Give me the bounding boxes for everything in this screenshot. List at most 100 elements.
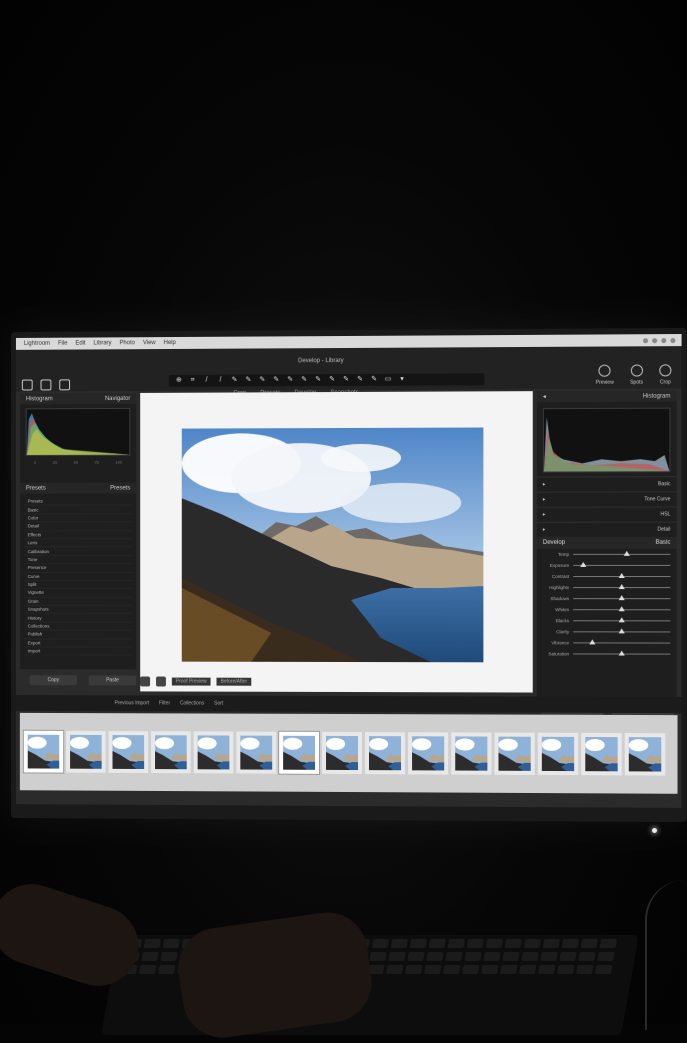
slider-whites[interactable]: Whites xyxy=(537,604,677,615)
list-item[interactable]: Color xyxy=(24,514,132,522)
proof-preview-toggle[interactable]: Proof Preview xyxy=(172,678,211,686)
slider-knob[interactable] xyxy=(619,573,625,578)
slider-contrast[interactable]: Contrast xyxy=(537,571,677,582)
slider-knob[interactable] xyxy=(619,584,625,589)
develop-mode[interactable]: Basic xyxy=(656,540,671,546)
slider-track[interactable] xyxy=(573,620,670,621)
list-item[interactable]: Vignette xyxy=(24,589,132,597)
filmstrip-thumbnail[interactable] xyxy=(581,733,621,775)
slider-knob[interactable] xyxy=(619,628,625,633)
slider-track[interactable] xyxy=(573,554,670,555)
list-item[interactable]: Calibration xyxy=(24,547,132,555)
slider-exposure[interactable]: Exposure xyxy=(537,560,677,571)
pen-icon[interactable]: ✎ xyxy=(258,376,266,384)
pen-icon[interactable]: ✎ xyxy=(314,376,322,384)
menu-item[interactable]: View xyxy=(143,340,156,346)
menu-item[interactable]: Library xyxy=(93,340,111,346)
crop-tool-icon[interactable]: ⌗ xyxy=(189,377,197,385)
filmstrip-filter[interactable]: Filter xyxy=(159,700,170,706)
list-item[interactable]: Tone xyxy=(24,556,132,564)
pen-icon[interactable]: ✎ xyxy=(230,377,238,385)
menu-item[interactable]: Photo xyxy=(119,340,135,346)
list-item[interactable]: History xyxy=(24,614,132,622)
pen-icon[interactable]: ✎ xyxy=(244,376,252,384)
crop-button[interactable]: Crop xyxy=(659,364,671,385)
list-item[interactable]: Presence xyxy=(24,564,132,572)
pen-icon[interactable]: ✎ xyxy=(300,376,308,384)
detail-section[interactable]: ▸ Detail xyxy=(537,522,677,537)
pen-icon[interactable]: ✎ xyxy=(342,376,350,384)
slider-track[interactable] xyxy=(573,565,670,566)
pen-icon[interactable]: ✎ xyxy=(286,376,294,384)
slider-track[interactable] xyxy=(573,642,670,643)
undo-icon[interactable] xyxy=(22,380,33,391)
image-canvas[interactable] xyxy=(140,391,533,692)
slider-knob[interactable] xyxy=(590,639,596,644)
menu-item[interactable]: Lightroom xyxy=(24,341,50,347)
filmstrip-thumbnail[interactable] xyxy=(194,731,234,773)
basic-section[interactable]: ▸ Basic xyxy=(537,476,677,491)
menu-item[interactable]: Edit xyxy=(75,341,85,347)
filmstrip-thumbnail[interactable] xyxy=(494,733,534,775)
zoom-icon[interactable]: ⊕ xyxy=(175,377,183,385)
navigator-mode[interactable]: Navigator xyxy=(105,395,130,401)
filmstrip-source[interactable]: Previous Import xyxy=(114,700,149,706)
brush-icon[interactable]: / xyxy=(203,377,211,385)
slider-track[interactable] xyxy=(573,631,670,632)
slider-temp[interactable]: Temp xyxy=(537,549,677,560)
slider-track[interactable] xyxy=(573,576,670,577)
slider-track[interactable] xyxy=(573,653,670,654)
before-after-toggle[interactable]: Before/After xyxy=(217,678,251,686)
list-item[interactable]: Import xyxy=(24,647,132,656)
pen-icon[interactable]: ✎ xyxy=(272,376,280,384)
slider-knob[interactable] xyxy=(619,595,625,600)
list-item[interactable]: Effects xyxy=(24,531,132,539)
list-item[interactable]: Lens xyxy=(24,539,132,547)
list-item[interactable]: Curve xyxy=(24,573,132,581)
filmstrip-thumbnail[interactable] xyxy=(279,732,319,774)
brush-icon[interactable]: / xyxy=(216,377,224,385)
list-item[interactable]: Split xyxy=(24,581,132,589)
redo-icon[interactable] xyxy=(41,379,52,390)
list-item[interactable]: Snapshots xyxy=(24,606,132,614)
slider-knob[interactable] xyxy=(619,606,625,611)
filmstrip-thumbnail[interactable] xyxy=(151,731,191,773)
dropdown-icon[interactable]: ▾ xyxy=(398,376,406,384)
loupe-view-icon[interactable] xyxy=(140,676,150,686)
filmstrip-thumbnail[interactable] xyxy=(408,732,448,774)
slider-saturation[interactable]: Saturation xyxy=(537,648,677,659)
square-icon[interactable]: ▭ xyxy=(384,376,392,384)
slider-knob[interactable] xyxy=(624,551,630,556)
pen-icon[interactable]: ✎ xyxy=(356,376,364,384)
list-item[interactable]: Basic xyxy=(24,506,132,515)
list-item[interactable]: Grain xyxy=(24,598,132,606)
slider-track[interactable] xyxy=(573,587,670,588)
slider-blacks[interactable]: Blacks xyxy=(537,615,677,626)
filmstrip-thumbnail[interactable] xyxy=(538,733,578,775)
slider-highlights[interactable]: Highlights xyxy=(537,582,677,593)
filmstrip-thumbnail[interactable] xyxy=(66,731,105,773)
paste-button[interactable]: Paste xyxy=(89,675,136,685)
filmstrip-thumbnail[interactable] xyxy=(109,731,149,773)
filmstrip-thumbnail[interactable] xyxy=(625,733,666,775)
filmstrip-thumbnail[interactable] xyxy=(365,732,405,774)
list-item[interactable]: Presets xyxy=(24,497,132,506)
filmstrip-thumbnail[interactable] xyxy=(322,732,362,774)
pen-icon[interactable]: ✎ xyxy=(370,376,378,384)
preview-button[interactable]: Preview xyxy=(596,365,614,386)
filmstrip-collections[interactable]: Collections xyxy=(180,700,204,706)
list-item[interactable]: Publish xyxy=(24,631,132,639)
slider-shadows[interactable]: Shadows xyxy=(537,593,677,604)
slider-track[interactable] xyxy=(573,598,670,599)
filmstrip-thumbnail[interactable] xyxy=(451,732,491,774)
list-item[interactable]: Detail xyxy=(24,522,132,530)
slider-knob[interactable] xyxy=(580,562,586,567)
hsl-section[interactable]: ▸ HSL xyxy=(537,506,677,521)
slider-clarity[interactable]: Clarity xyxy=(537,626,677,637)
compare-view-icon[interactable] xyxy=(156,677,166,687)
slider-knob[interactable] xyxy=(619,617,625,622)
menu-item[interactable]: Help xyxy=(164,340,176,346)
filmstrip-sort[interactable]: Sort xyxy=(214,701,223,707)
presets-action[interactable]: Presets xyxy=(110,485,130,491)
filmstrip-thumbnail[interactable] xyxy=(236,732,276,774)
